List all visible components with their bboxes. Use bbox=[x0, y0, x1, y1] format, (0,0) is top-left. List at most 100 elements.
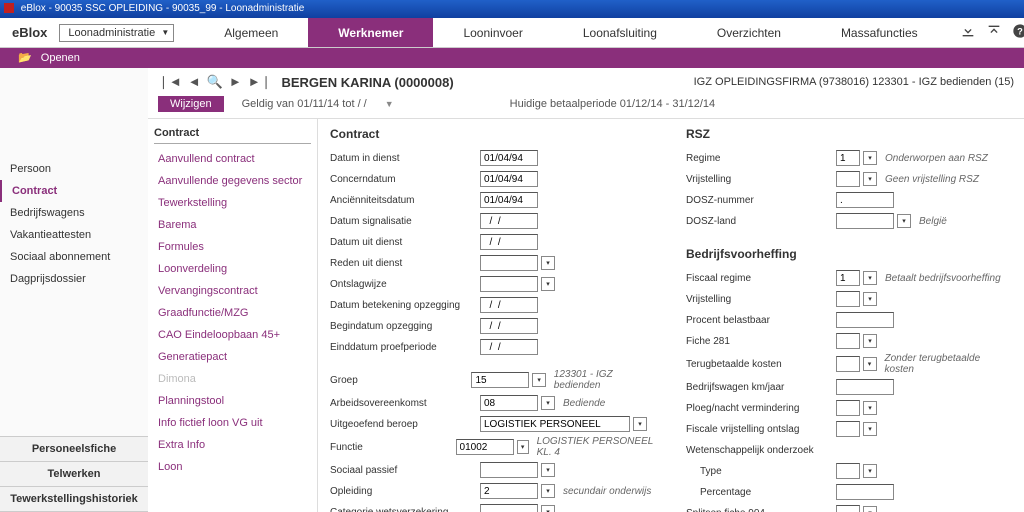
chevron-down-icon[interactable]: ▾ bbox=[863, 422, 877, 436]
wijzigen-button[interactable]: Wijzigen bbox=[158, 96, 224, 112]
tab-werknemer[interactable]: Werknemer bbox=[308, 18, 433, 47]
form-label: Datum betekening opzegging bbox=[330, 300, 480, 311]
chevron-down-icon[interactable]: ▾ bbox=[863, 151, 877, 165]
nav-next-icon[interactable]: ► bbox=[229, 74, 242, 90]
chevron-down-icon[interactable]: ▾ bbox=[863, 334, 877, 348]
upload-icon[interactable] bbox=[986, 23, 1002, 42]
leftnav-item[interactable]: Vakantieattesten bbox=[0, 224, 148, 246]
form-input[interactable] bbox=[480, 213, 538, 229]
tab-looninvoer[interactable]: Looninvoer bbox=[433, 18, 552, 47]
form-input[interactable] bbox=[836, 484, 894, 500]
form-input[interactable] bbox=[836, 379, 894, 395]
leftnav-item[interactable]: Bedrijfswagens bbox=[0, 202, 148, 224]
download-icon[interactable] bbox=[960, 23, 976, 42]
nav-prev-icon[interactable]: ◄ bbox=[188, 74, 201, 90]
chevron-down-icon[interactable]: ▾ bbox=[863, 271, 877, 285]
form-input[interactable] bbox=[480, 297, 538, 313]
chevron-down-icon[interactable]: ▾ bbox=[541, 505, 555, 512]
form-row: Einddatum proefperiode bbox=[330, 338, 656, 356]
chevron-down-icon[interactable]: ▾ bbox=[863, 172, 877, 186]
sublist-item[interactable]: Aanvullende gegevens sector bbox=[154, 170, 311, 192]
sublist-item[interactable]: Info fictief loon VG uit bbox=[154, 412, 311, 434]
form-input[interactable] bbox=[836, 505, 860, 512]
form-input[interactable] bbox=[836, 421, 860, 437]
form-input[interactable] bbox=[480, 276, 538, 292]
chevron-down-icon[interactable]: ▾ bbox=[541, 396, 555, 410]
chevron-down-icon[interactable]: ▾ bbox=[541, 463, 555, 477]
sublist-item[interactable]: Aanvullend contract bbox=[154, 148, 311, 170]
chevron-down-icon[interactable]: ▾ bbox=[863, 357, 877, 371]
chevron-down-icon[interactable]: ▾ bbox=[541, 484, 555, 498]
chevron-down-icon[interactable]: ▾ bbox=[863, 292, 877, 306]
form-input[interactable] bbox=[480, 462, 538, 478]
form-row: Sociaal passief▾ bbox=[330, 461, 656, 479]
chevron-down-icon[interactable]: ▾ bbox=[633, 417, 647, 431]
chevron-down-icon[interactable]: ▾ bbox=[863, 506, 877, 512]
geldig-label: Geldig van 01/11/14 tot / / bbox=[242, 98, 367, 110]
form-input[interactable] bbox=[836, 333, 860, 349]
leftnav-item[interactable]: Dagprijsdossier bbox=[0, 268, 148, 290]
leftbottom-item[interactable]: Personeelsfiche bbox=[0, 436, 148, 461]
chevron-down-icon[interactable]: ▾ bbox=[541, 277, 555, 291]
sublist-item[interactable]: Loon bbox=[154, 456, 311, 478]
sublist-item[interactable]: Graadfunctie/MZG bbox=[154, 302, 311, 324]
form-input[interactable] bbox=[471, 372, 529, 388]
record-org: IGZ OPLEIDINGSFIRMA (9738016) 123301 - I… bbox=[694, 76, 1014, 88]
form-input[interactable] bbox=[480, 318, 538, 334]
sublist-item[interactable]: Dimona bbox=[154, 368, 311, 390]
chevron-down-icon[interactable]: ▾ bbox=[863, 464, 877, 478]
chevron-down-icon[interactable]: ▾ bbox=[541, 256, 555, 270]
sublist-item[interactable]: Formules bbox=[154, 236, 311, 258]
form-input[interactable] bbox=[836, 150, 860, 166]
form-input[interactable] bbox=[836, 171, 860, 187]
sublist-item[interactable]: Planningstool bbox=[154, 390, 311, 412]
nav-search-icon[interactable]: 🔍 bbox=[207, 74, 223, 90]
form-input[interactable] bbox=[480, 171, 538, 187]
sublist-header: Contract bbox=[154, 127, 311, 144]
form-input[interactable] bbox=[836, 312, 894, 328]
form-input[interactable] bbox=[480, 504, 538, 512]
tab-loonafsluiting[interactable]: Loonafsluiting bbox=[553, 18, 687, 47]
form-input[interactable] bbox=[836, 463, 860, 479]
sublist-item[interactable]: Generatiepact bbox=[154, 346, 311, 368]
chevron-down-icon[interactable]: ▾ bbox=[517, 440, 529, 454]
sublist-item[interactable]: CAO Eindeloopbaan 45+ bbox=[154, 324, 311, 346]
help-icon[interactable]: ? bbox=[1012, 23, 1024, 42]
form-input[interactable] bbox=[480, 339, 538, 355]
form-input[interactable] bbox=[480, 395, 538, 411]
tab-algemeen[interactable]: Algemeen bbox=[194, 18, 308, 47]
module-dropdown[interactable]: Loonadministratie bbox=[59, 24, 174, 42]
leftnav-item[interactable]: Sociaal abonnement bbox=[0, 246, 148, 268]
leftnav-item[interactable]: Persoon bbox=[0, 158, 148, 180]
form-input[interactable] bbox=[836, 400, 860, 416]
form-input[interactable] bbox=[480, 483, 538, 499]
form-input[interactable] bbox=[836, 270, 860, 286]
sublist-item[interactable]: Tewerkstelling bbox=[154, 192, 311, 214]
form-input[interactable] bbox=[836, 291, 860, 307]
form-input[interactable] bbox=[480, 234, 538, 250]
chevron-down-icon[interactable]: ▾ bbox=[897, 214, 911, 228]
nav-first-icon[interactable]: ❘◄ bbox=[158, 74, 182, 90]
form-input[interactable] bbox=[480, 150, 538, 166]
tab-massafuncties[interactable]: Massafuncties bbox=[811, 18, 948, 47]
nav-last-icon[interactable]: ►❘ bbox=[248, 74, 272, 90]
form-input[interactable] bbox=[480, 255, 538, 271]
sublist-item[interactable]: Barema bbox=[154, 214, 311, 236]
form-input[interactable] bbox=[836, 192, 894, 208]
tab-overzichten[interactable]: Overzichten bbox=[687, 18, 811, 47]
leftbottom-item[interactable]: Tewerkstellingshistoriek bbox=[0, 486, 148, 512]
leftbottom-item[interactable]: Telwerken bbox=[0, 461, 148, 486]
openbar[interactable]: 📂 Openen bbox=[0, 48, 1024, 68]
sublist-item[interactable]: Loonverdeling bbox=[154, 258, 311, 280]
form-input[interactable] bbox=[456, 439, 514, 455]
leftnav-item[interactable]: Contract bbox=[0, 180, 148, 202]
sublist-item[interactable]: Extra Info bbox=[154, 434, 311, 456]
chevron-down-icon[interactable]: ▾ bbox=[532, 373, 545, 387]
form-input[interactable] bbox=[480, 192, 538, 208]
form-input[interactable] bbox=[836, 356, 860, 372]
sublist-item[interactable]: Vervangingscontract bbox=[154, 280, 311, 302]
form-input[interactable] bbox=[836, 213, 894, 229]
form-input[interactable] bbox=[480, 416, 630, 432]
geldig-dd-icon[interactable]: ▼ bbox=[385, 99, 394, 109]
chevron-down-icon[interactable]: ▾ bbox=[863, 401, 877, 415]
